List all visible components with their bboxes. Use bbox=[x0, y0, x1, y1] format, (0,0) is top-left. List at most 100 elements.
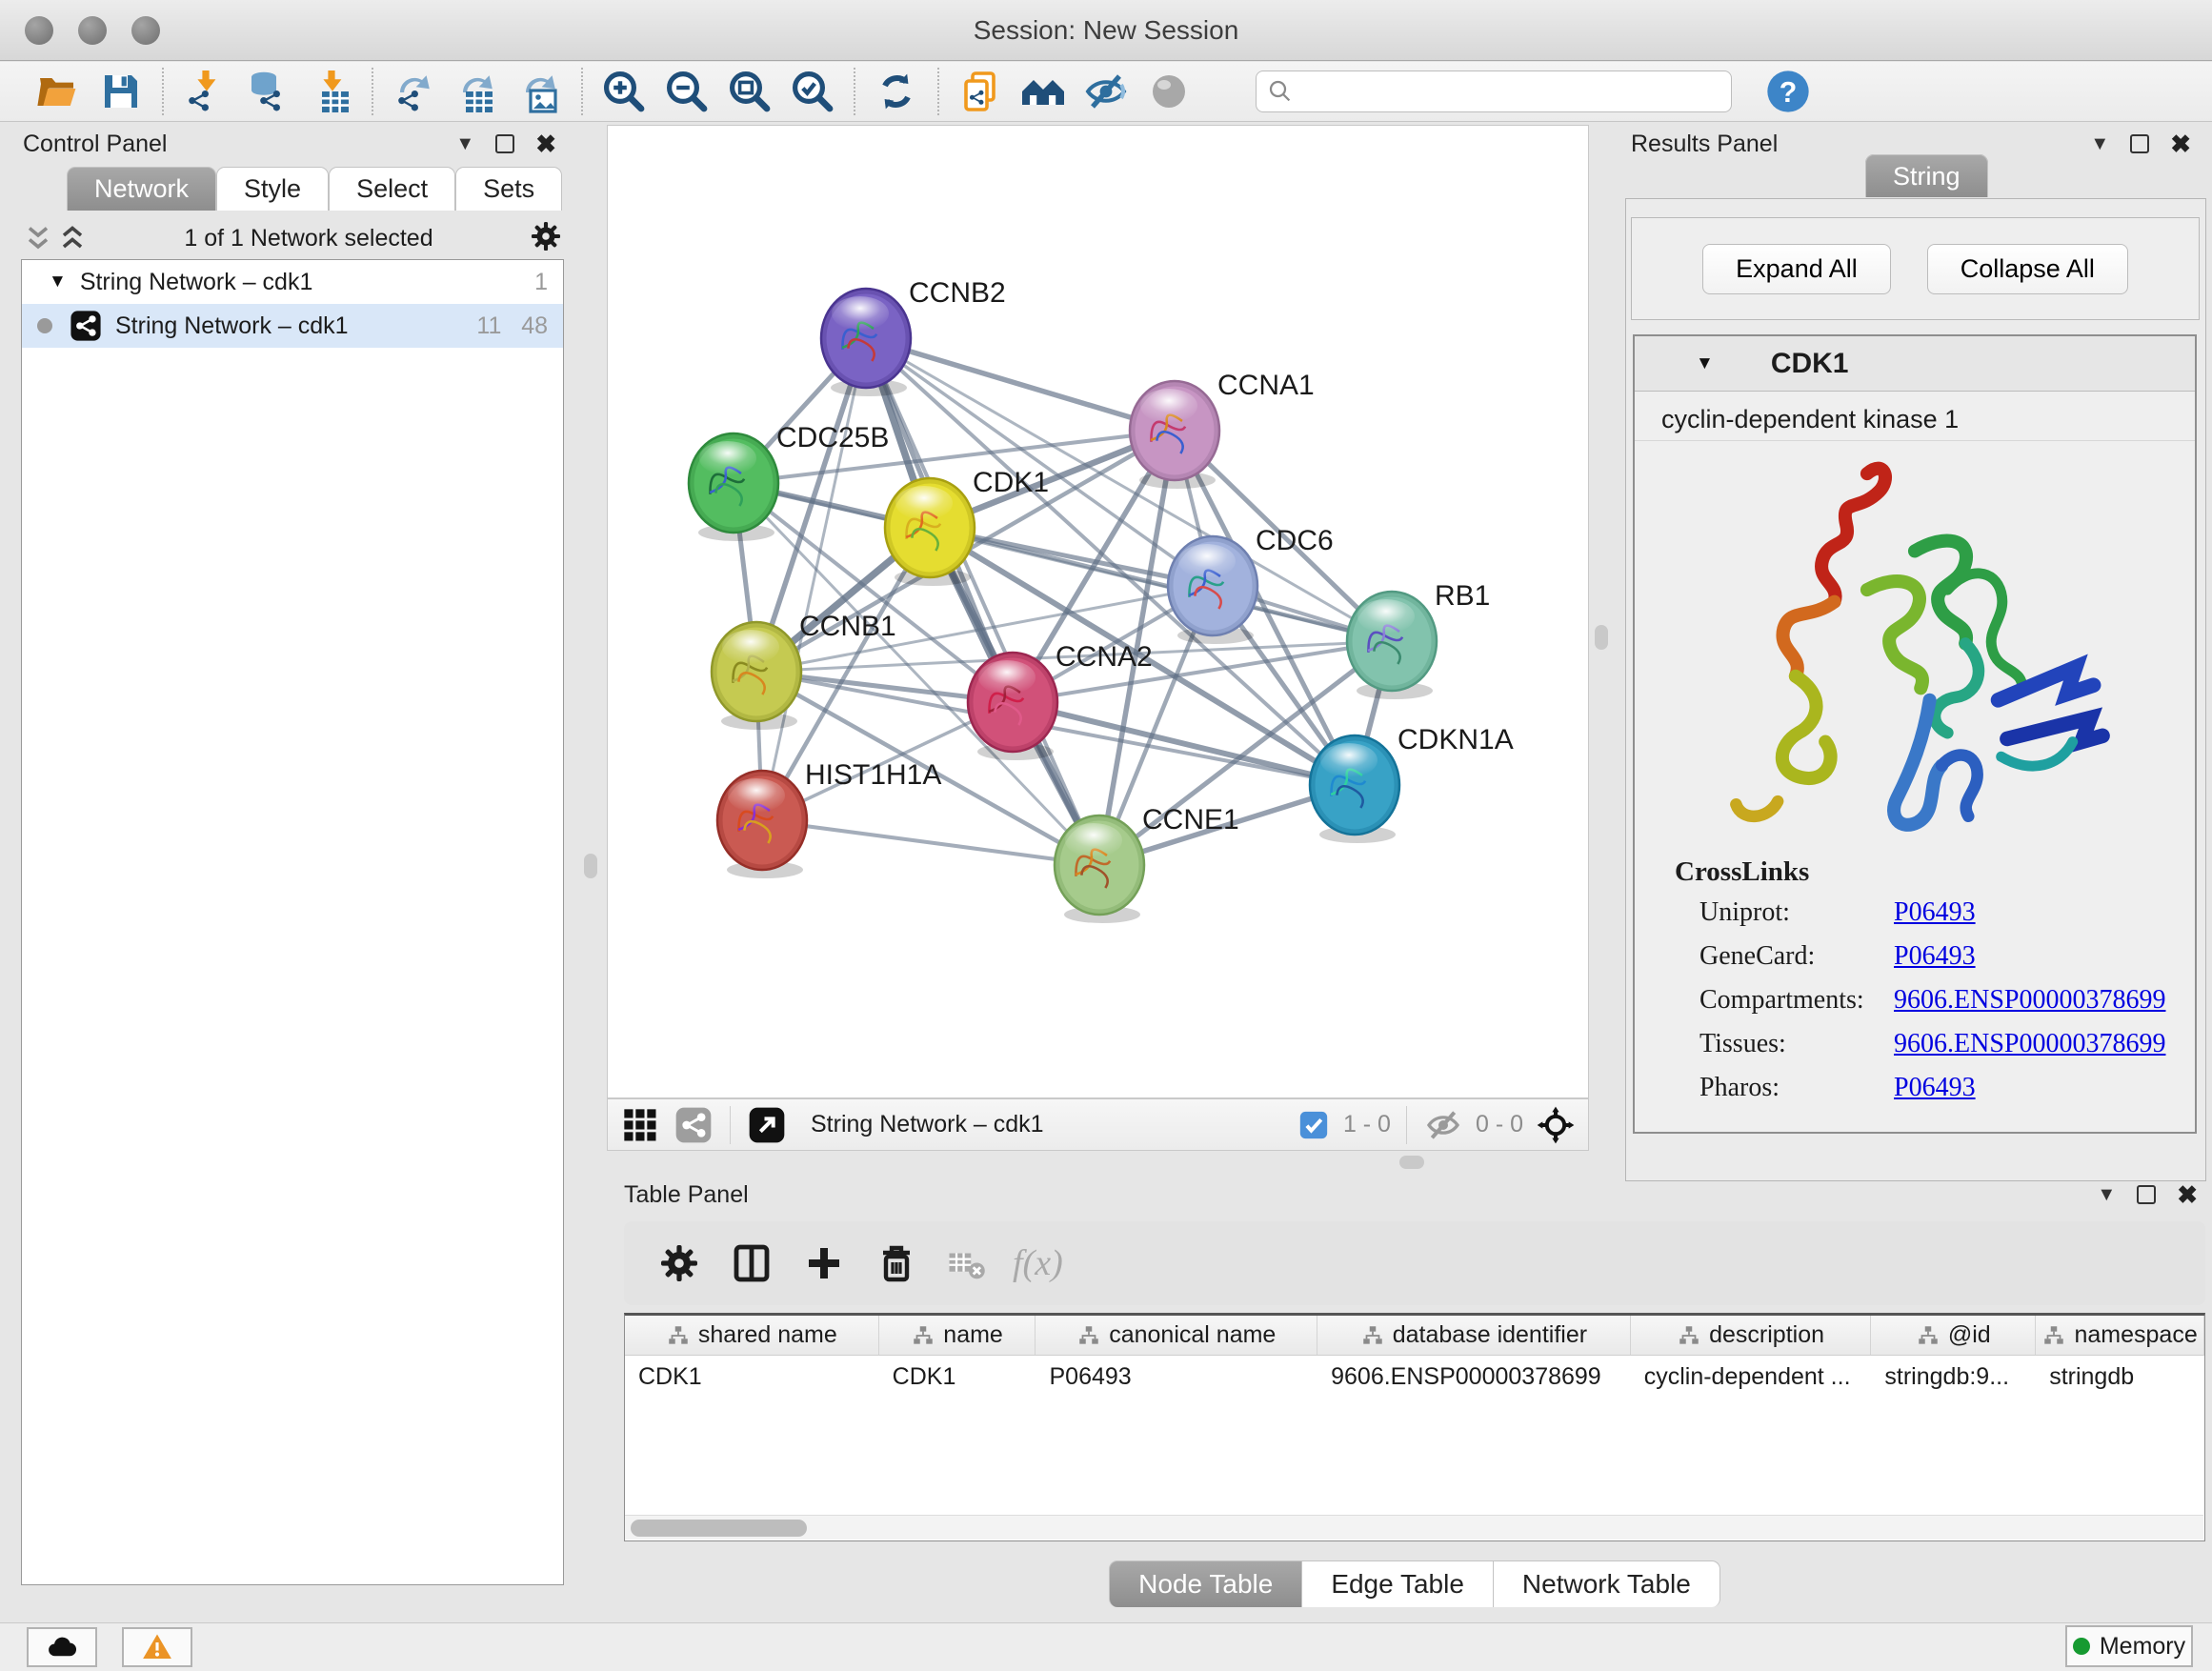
results-panel-float-icon[interactable] bbox=[2130, 134, 2149, 153]
network-node-RB1[interactable]: RB1 bbox=[1347, 580, 1490, 699]
results-panel-close-icon[interactable]: ✖ bbox=[2170, 130, 2191, 159]
birdseye-navigator-icon[interactable] bbox=[1537, 1106, 1575, 1144]
entry-disclosure-icon[interactable]: ▼ bbox=[1696, 353, 1714, 374]
export-image-button[interactable] bbox=[509, 66, 572, 117]
network-node-CDKN1A[interactable]: CDKN1A bbox=[1310, 724, 1514, 843]
hidden-eye-icon[interactable] bbox=[1424, 1106, 1462, 1144]
import-table-button[interactable] bbox=[299, 66, 362, 117]
cloud-button[interactable] bbox=[27, 1627, 97, 1667]
show-graphics-details-button[interactable] bbox=[1137, 66, 1200, 117]
zoom-selected-button[interactable] bbox=[781, 66, 844, 117]
table-hscrollbar-thumb[interactable] bbox=[631, 1520, 807, 1537]
selected-checkbox-icon[interactable] bbox=[1297, 1109, 1330, 1141]
memory-button[interactable]: Memory bbox=[2065, 1625, 2193, 1667]
zoom-in-button[interactable] bbox=[593, 66, 655, 117]
tab-edge-table[interactable]: Edge Table bbox=[1301, 1560, 1493, 1607]
table-cell[interactable]: CDK1 bbox=[625, 1356, 879, 1398]
crosslink-link[interactable]: P06493 bbox=[1894, 897, 1976, 928]
table-cell[interactable]: stringdb bbox=[2036, 1356, 2204, 1398]
crosslink-link[interactable]: 9606.ENSP00000378699 bbox=[1894, 1029, 2165, 1059]
network-row[interactable]: String Network – cdk1 11 48 bbox=[22, 304, 563, 348]
grid-view-icon[interactable] bbox=[621, 1106, 659, 1144]
export-table-button[interactable] bbox=[446, 66, 509, 117]
annotations-button[interactable] bbox=[949, 66, 1012, 117]
left-splitter-handle[interactable] bbox=[584, 854, 597, 878]
search-input[interactable] bbox=[1295, 73, 1721, 110]
warnings-button[interactable] bbox=[122, 1627, 192, 1667]
table-cell[interactable]: 9606.ENSP00000378699 bbox=[1317, 1356, 1631, 1398]
network-node-CDC6[interactable]: CDC6 bbox=[1168, 525, 1334, 644]
crosslink-link[interactable]: P06493 bbox=[1894, 941, 1976, 972]
column-header-database-identifier[interactable]: database identifier bbox=[1317, 1316, 1631, 1355]
network-node-CCNE1[interactable]: CCNE1 bbox=[1055, 804, 1239, 923]
tab-string[interactable]: String bbox=[1865, 162, 1988, 191]
save-session-button[interactable] bbox=[90, 66, 152, 117]
table-panel-float-icon[interactable] bbox=[2137, 1185, 2156, 1204]
node-label-CCNA2: CCNA2 bbox=[1056, 641, 1153, 673]
help-button[interactable]: ? bbox=[1757, 66, 1820, 117]
network-edge-CCNB2-CCNA1[interactable] bbox=[866, 338, 1175, 431]
tab-select[interactable]: Select bbox=[329, 167, 455, 211]
collapse-all-button[interactable]: Collapse All bbox=[1927, 244, 2128, 294]
network-share-icon[interactable] bbox=[674, 1106, 713, 1144]
tab-style[interactable]: Style bbox=[216, 167, 329, 211]
network-node-CCNB2[interactable]: CCNB2 bbox=[821, 277, 1006, 396]
tab-network-table[interactable]: Network Table bbox=[1493, 1560, 1720, 1607]
column-header-name[interactable]: name bbox=[879, 1316, 1036, 1355]
tab-node-table[interactable]: Node Table bbox=[1109, 1560, 1301, 1607]
network-node-CDC25B[interactable]: CDC25B bbox=[689, 422, 889, 541]
network-node-CCNA1[interactable]: CCNA1 bbox=[1130, 370, 1315, 489]
collection-disclosure-icon[interactable]: ▼ bbox=[49, 272, 67, 292]
export-network-button[interactable] bbox=[383, 66, 446, 117]
horizontal-splitter-handle[interactable] bbox=[1399, 1156, 1424, 1169]
network-options-button[interactable] bbox=[528, 218, 564, 259]
table-cell[interactable]: stringdb:9... bbox=[1871, 1356, 2036, 1398]
table-cell[interactable]: P06493 bbox=[1036, 1356, 1317, 1398]
table-cell[interactable]: cyclin-dependent ... bbox=[1631, 1356, 1872, 1398]
network-canvas[interactable]: CCNB2CCNA1CDC25BCDK1CDC6RB1CCNB1CCNA2CDK… bbox=[607, 125, 1589, 1098]
control-panel-float-icon[interactable] bbox=[495, 134, 514, 153]
table-options-gear-icon[interactable] bbox=[656, 1240, 702, 1286]
column-header-canonical-name[interactable]: canonical name bbox=[1036, 1316, 1317, 1355]
create-column-icon[interactable] bbox=[801, 1240, 847, 1286]
hide-graphics-details-button[interactable] bbox=[1075, 66, 1137, 117]
control-panel-menu-icon[interactable]: ▼ bbox=[455, 133, 474, 155]
import-network-button[interactable] bbox=[173, 66, 236, 117]
column-header--id[interactable]: @id bbox=[1871, 1316, 2036, 1355]
network-edge-HIST1H1A-CCNE1[interactable] bbox=[762, 820, 1099, 865]
control-panel-close-icon[interactable]: ✖ bbox=[535, 130, 556, 159]
collapse-all-icon[interactable] bbox=[21, 221, 55, 255]
tab-network[interactable]: Network bbox=[67, 167, 216, 211]
zoom-out-button[interactable] bbox=[655, 66, 718, 117]
column-header-shared-name[interactable]: shared name bbox=[625, 1316, 879, 1355]
network-node-HIST1H1A[interactable]: HIST1H1A bbox=[717, 759, 941, 878]
results-panel-menu-icon[interactable]: ▼ bbox=[2090, 133, 2109, 155]
toolbar-separator bbox=[854, 68, 855, 115]
table-cell[interactable]: CDK1 bbox=[879, 1356, 1036, 1398]
network-view-toolbar: String Network – cdk1 1 - 0 0 - 0 bbox=[607, 1098, 1589, 1151]
column-header-namespace[interactable]: namespace bbox=[2036, 1316, 2204, 1355]
zoom-fit-button[interactable] bbox=[718, 66, 781, 117]
column-type-icon bbox=[1076, 1323, 1101, 1348]
apply-layout-icon bbox=[874, 69, 919, 114]
show-columns-icon[interactable] bbox=[729, 1240, 774, 1286]
table-panel-close-icon[interactable]: ✖ bbox=[2177, 1180, 2198, 1210]
detach-view-icon[interactable] bbox=[748, 1106, 786, 1144]
right-splitter-handle[interactable] bbox=[1595, 625, 1608, 650]
table-panel-menu-icon[interactable]: ▼ bbox=[2097, 1184, 2116, 1206]
import-network-database-button[interactable] bbox=[236, 66, 299, 117]
crosslink-row: Tissues:9606.ENSP00000378699 bbox=[1675, 1029, 2195, 1059]
apply-layout-button[interactable] bbox=[865, 66, 928, 117]
network-collection-row[interactable]: ▼ String Network – cdk1 1 bbox=[22, 260, 563, 304]
network-edge-CCNB2-HIST1H1A[interactable] bbox=[762, 338, 866, 820]
cybrowser-home-button[interactable] bbox=[1012, 66, 1075, 117]
expand-all-button[interactable]: Expand All bbox=[1702, 244, 1891, 294]
crosslink-link[interactable]: 9606.ENSP00000378699 bbox=[1894, 985, 2165, 1016]
crosslink-link[interactable]: P06493 bbox=[1894, 1073, 1976, 1103]
delete-column-icon[interactable] bbox=[874, 1240, 919, 1286]
tab-sets[interactable]: Sets bbox=[455, 167, 562, 211]
expand-all-icon[interactable] bbox=[55, 221, 90, 255]
open-session-button[interactable] bbox=[27, 66, 90, 117]
results-entry-header[interactable]: ▼ CDK1 bbox=[1635, 336, 2195, 392]
column-header-description[interactable]: description bbox=[1631, 1316, 1872, 1355]
